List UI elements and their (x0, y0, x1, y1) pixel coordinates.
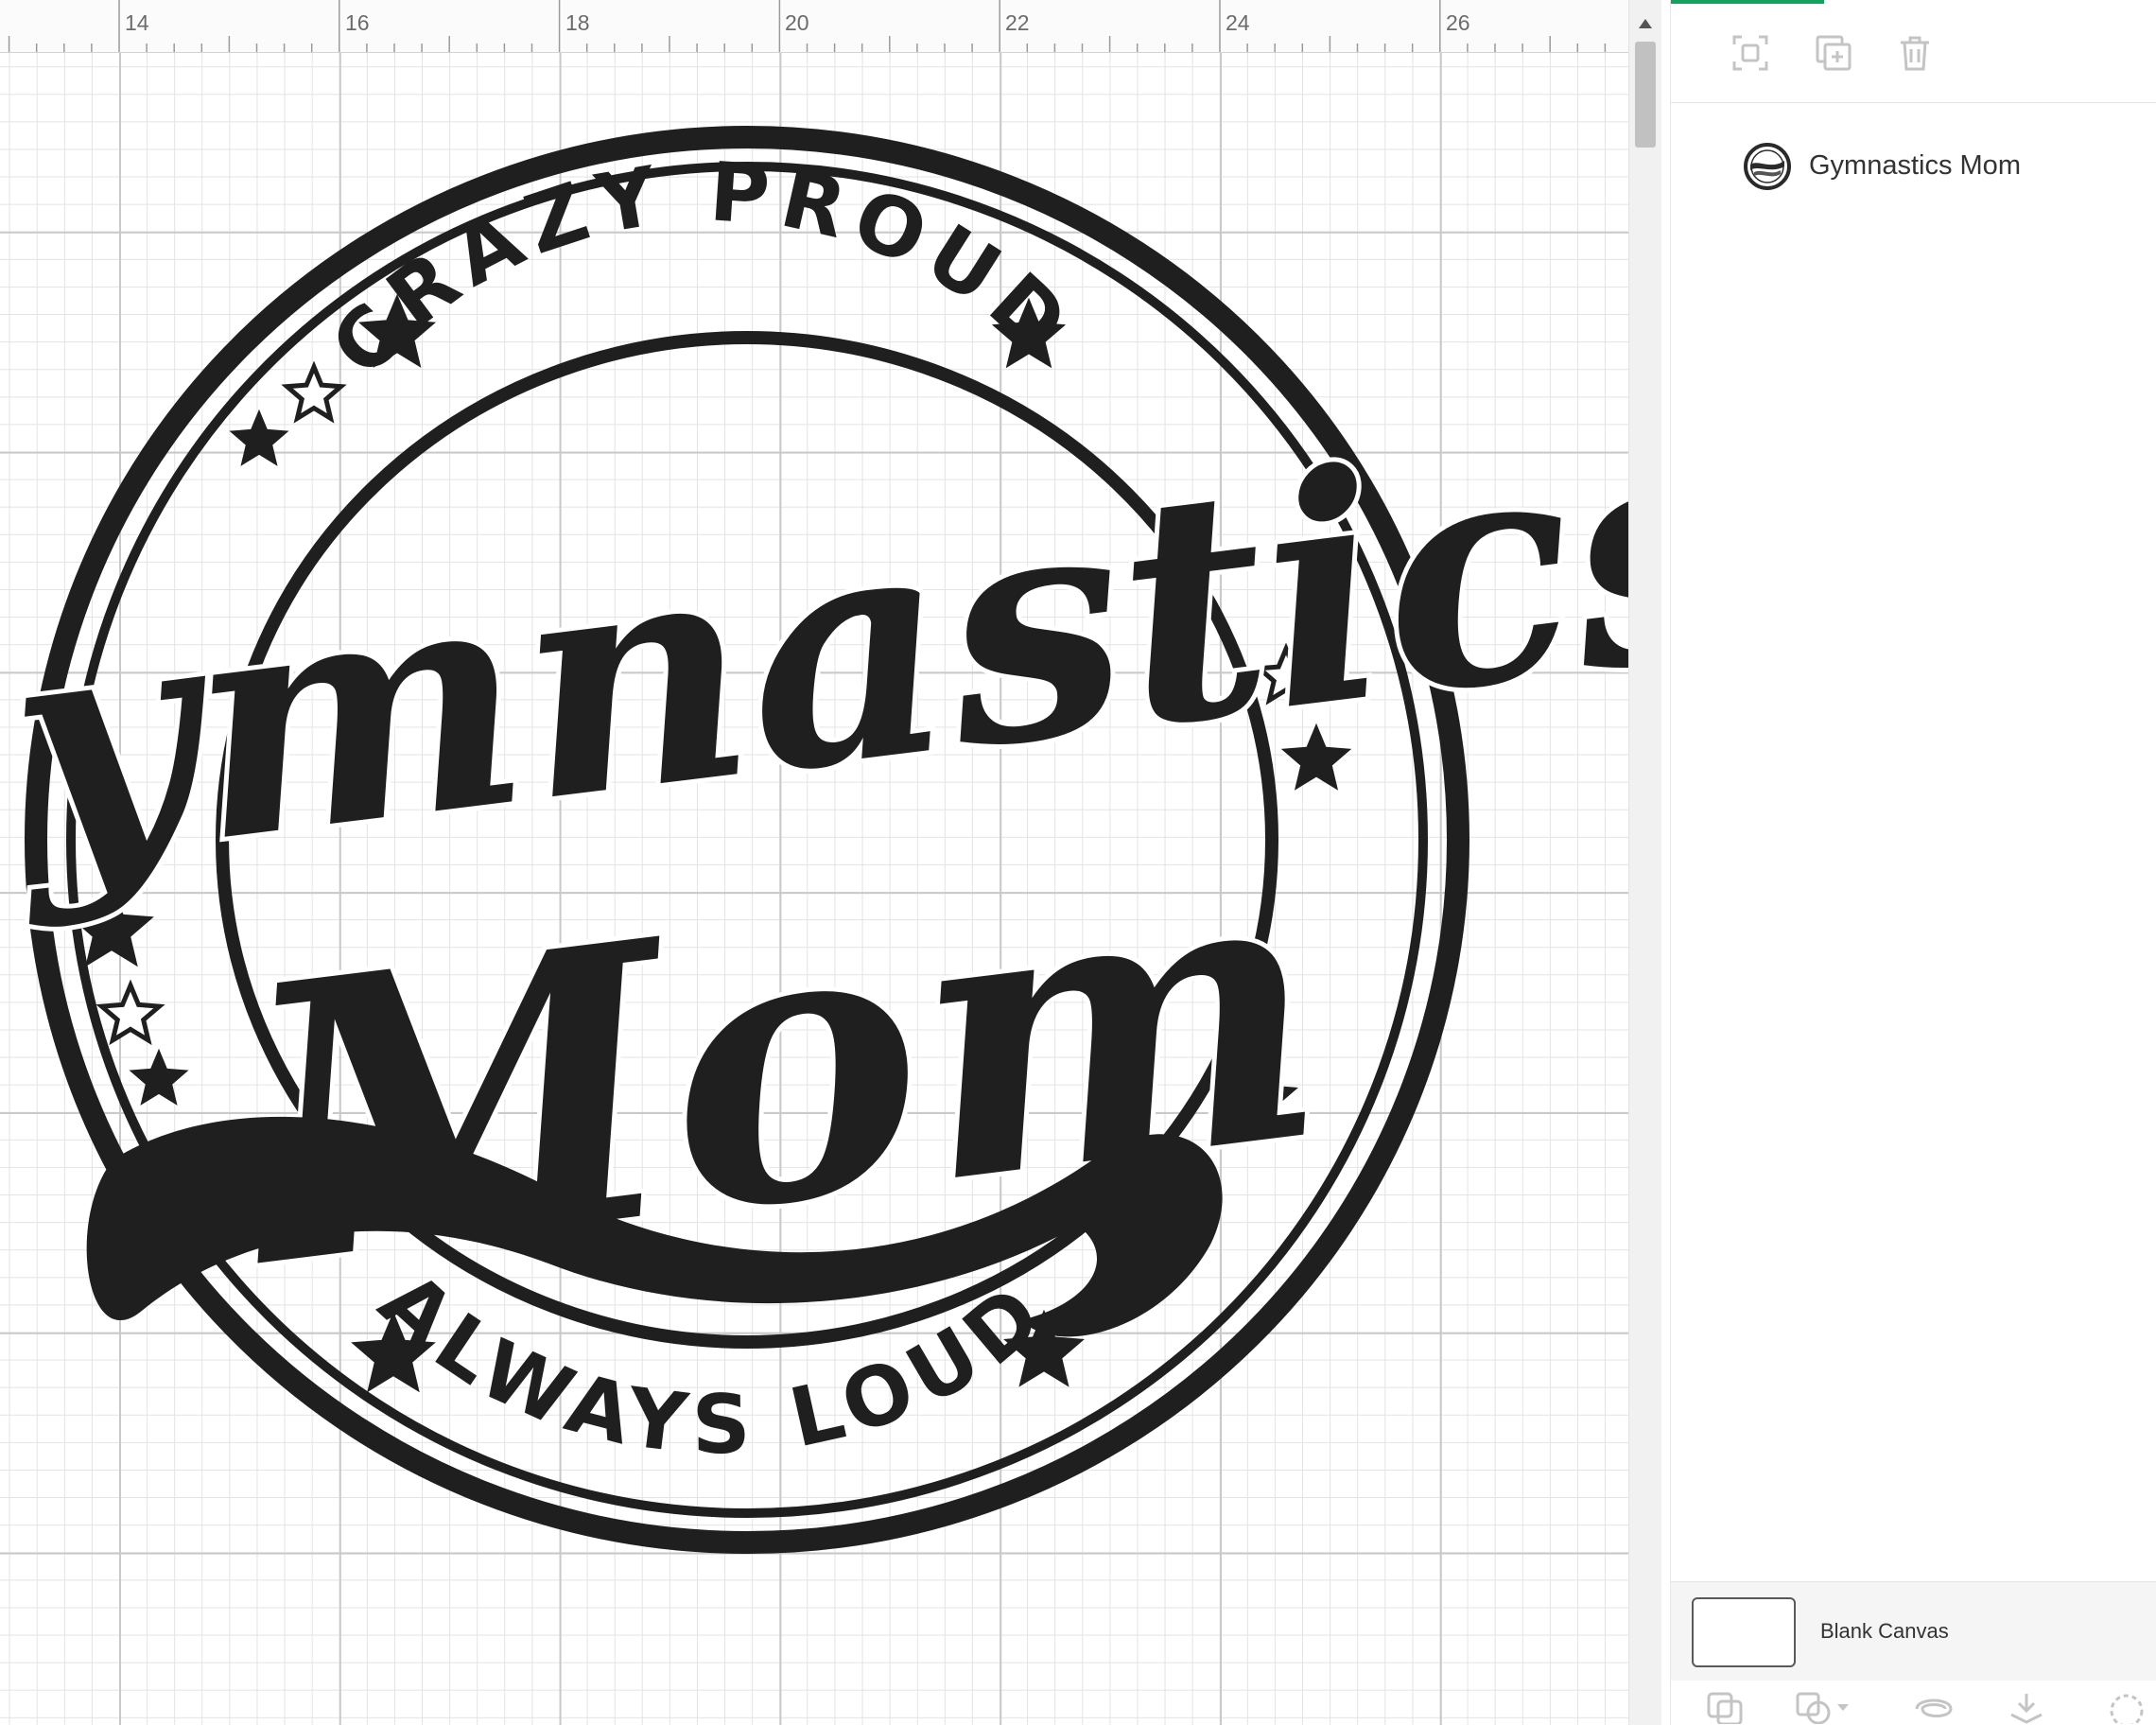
layers-toolbar (1671, 21, 2156, 83)
canvas-layer-footer: Blank Canvas (1671, 1581, 2156, 1681)
star-decoration (281, 360, 347, 424)
duplicate-button[interactable] (1809, 28, 1858, 78)
active-tab-indicator (1671, 0, 1824, 4)
duplicate-icon (1816, 35, 1852, 71)
ruler-label-20: 20 (785, 10, 809, 35)
slice-icon (1707, 1692, 1743, 1724)
combine-button[interactable] (1794, 1689, 1851, 1725)
star-decoration (129, 1048, 189, 1106)
ruler-ticks (8, 0, 1607, 52)
layer-actions-bar (1671, 1681, 2156, 1725)
slice-button[interactable] (1705, 1689, 1747, 1725)
ruler-label-16: 16 (345, 10, 370, 35)
vertical-scrollbar[interactable] (1628, 0, 1661, 1725)
layer-name: Gymnastics Mom (1809, 150, 2021, 181)
toolbar-divider (1671, 102, 2156, 103)
chevron-down-icon (1837, 1704, 1849, 1711)
scroll-up-button[interactable] (1629, 9, 1661, 38)
attach-icon (1915, 1699, 1953, 1717)
canvas-label: Blank Canvas (1820, 1619, 1949, 1643)
star-decoration (229, 409, 289, 466)
ruler-label-26: 26 (1446, 10, 1470, 35)
flatten-icon (2010, 1694, 2043, 1724)
flatten-button[interactable] (2006, 1689, 2047, 1725)
canvas-color-swatch[interactable] (1692, 1597, 1796, 1667)
group-icon (1732, 35, 1768, 71)
horizontal-ruler: 14 16 18 20 22 24 26 (0, 0, 1628, 53)
layer-item-gymnastics-mom[interactable]: Gymnastics Mom (1671, 129, 2156, 200)
caret-up-icon (1639, 19, 1652, 28)
layers-panel: Gymnastics Mom Blank Canvas (1670, 0, 2156, 1725)
combine-icon (1796, 1692, 1831, 1724)
contour-icon (2110, 1694, 2144, 1724)
ruler-label-14: 14 (125, 10, 149, 35)
contour-button[interactable] (2106, 1689, 2144, 1725)
scroll-thumb[interactable] (1635, 42, 1656, 148)
ruler-label-18: 18 (565, 10, 590, 35)
delete-button[interactable] (1890, 28, 1939, 78)
layer-thumbnail (1743, 142, 1792, 191)
ruler-label-24: 24 (1226, 10, 1250, 35)
design-canvas[interactable]: 14 16 18 20 22 24 26 CRAZY PROUD ALWAYS … (0, 0, 1628, 1725)
attach-button[interactable] (1911, 1689, 1956, 1725)
star-decoration (96, 979, 165, 1046)
group-button[interactable] (1726, 28, 1775, 78)
gymnastics-mom-design[interactable]: CRAZY PROUD ALWAYS LOUD Gymnastics Mom (0, 53, 1628, 1725)
trash-icon (1901, 36, 1929, 71)
ruler-label-22: 22 (1005, 10, 1030, 35)
